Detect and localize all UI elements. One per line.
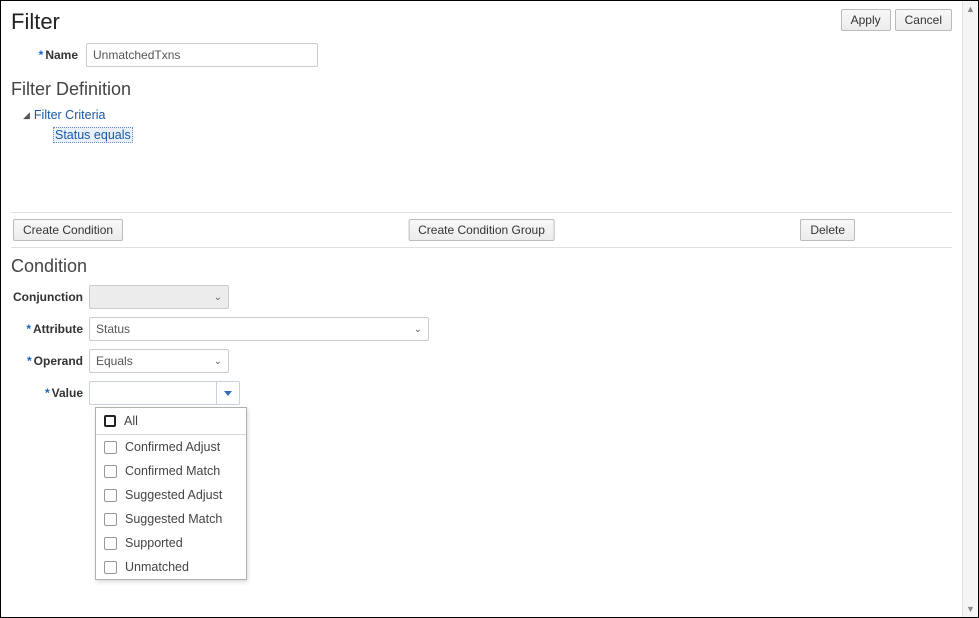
vertical-scrollbar[interactable]: ▲ ▼	[962, 1, 978, 617]
value-option[interactable]: Confirmed Adjust	[96, 435, 246, 459]
name-input[interactable]	[86, 43, 318, 67]
condition-title: Condition	[11, 256, 952, 277]
caret-down-icon	[224, 391, 232, 396]
scroll-up-icon[interactable]: ▲	[963, 1, 978, 17]
page-title: Filter	[11, 9, 60, 35]
value-option[interactable]: Suggested Match	[96, 507, 246, 531]
value-option[interactable]: Suggested Adjust	[96, 483, 246, 507]
chevron-down-icon: ⌄	[414, 324, 422, 335]
apply-button[interactable]: Apply	[841, 9, 891, 31]
name-label: *Name	[11, 48, 86, 62]
create-condition-group-button[interactable]: Create Condition Group	[408, 219, 555, 241]
operand-select[interactable]: Equals ⌄	[89, 349, 229, 373]
value-combobox[interactable]	[89, 381, 240, 405]
checkbox-icon	[104, 489, 117, 502]
conjunction-label: Conjunction	[11, 290, 89, 304]
required-star-icon: *	[39, 48, 44, 62]
create-condition-button[interactable]: Create Condition	[13, 219, 123, 241]
delete-button[interactable]: Delete	[800, 219, 855, 241]
checkbox-icon	[104, 561, 117, 574]
checkbox-icon	[104, 441, 117, 454]
required-star-icon: *	[27, 354, 32, 368]
value-option-all[interactable]: All	[96, 408, 246, 435]
tree-collapse-icon[interactable]: ◢	[23, 110, 30, 121]
conjunction-select[interactable]: ⌄	[89, 285, 229, 309]
value-option[interactable]: Supported	[96, 531, 246, 555]
filter-dialog: Filter Apply Cancel *Name Filter Definit…	[0, 0, 979, 618]
checkbox-icon	[104, 537, 117, 550]
tree-root[interactable]: ◢ Filter Criteria	[23, 108, 952, 122]
checkbox-icon	[104, 415, 116, 427]
checkbox-icon	[104, 465, 117, 478]
required-star-icon: *	[26, 322, 31, 336]
filter-criteria-tree: ◢ Filter Criteria Status equals	[23, 108, 952, 142]
content-area: Filter Apply Cancel *Name Filter Definit…	[1, 1, 962, 617]
checkbox-icon	[104, 513, 117, 526]
value-option[interactable]: Confirmed Match	[96, 459, 246, 483]
value-label: *Value	[11, 386, 89, 400]
scroll-down-icon[interactable]: ▼	[963, 601, 978, 617]
tree-root-label[interactable]: Filter Criteria	[34, 108, 106, 122]
cancel-button[interactable]: Cancel	[895, 9, 952, 31]
value-input[interactable]	[89, 381, 216, 405]
operand-label: *Operand	[11, 354, 89, 368]
value-dropdown-button[interactable]	[216, 381, 240, 405]
value-option[interactable]: Unmatched	[96, 555, 246, 579]
value-dropdown-list: All Confirmed Adjust Confirmed Match Sug…	[95, 407, 247, 580]
filter-definition-title: Filter Definition	[11, 79, 952, 100]
chevron-down-icon: ⌄	[214, 356, 222, 367]
tree-selected-criterion[interactable]: Status equals	[53, 127, 133, 143]
attribute-select[interactable]: Status ⌄	[89, 317, 429, 341]
tree-child[interactable]: Status equals	[53, 128, 952, 142]
required-star-icon: *	[45, 386, 50, 400]
action-bar: Create Condition Create Condition Group …	[11, 212, 952, 248]
attribute-label: *Attribute	[11, 322, 89, 336]
chevron-down-icon: ⌄	[214, 292, 222, 303]
